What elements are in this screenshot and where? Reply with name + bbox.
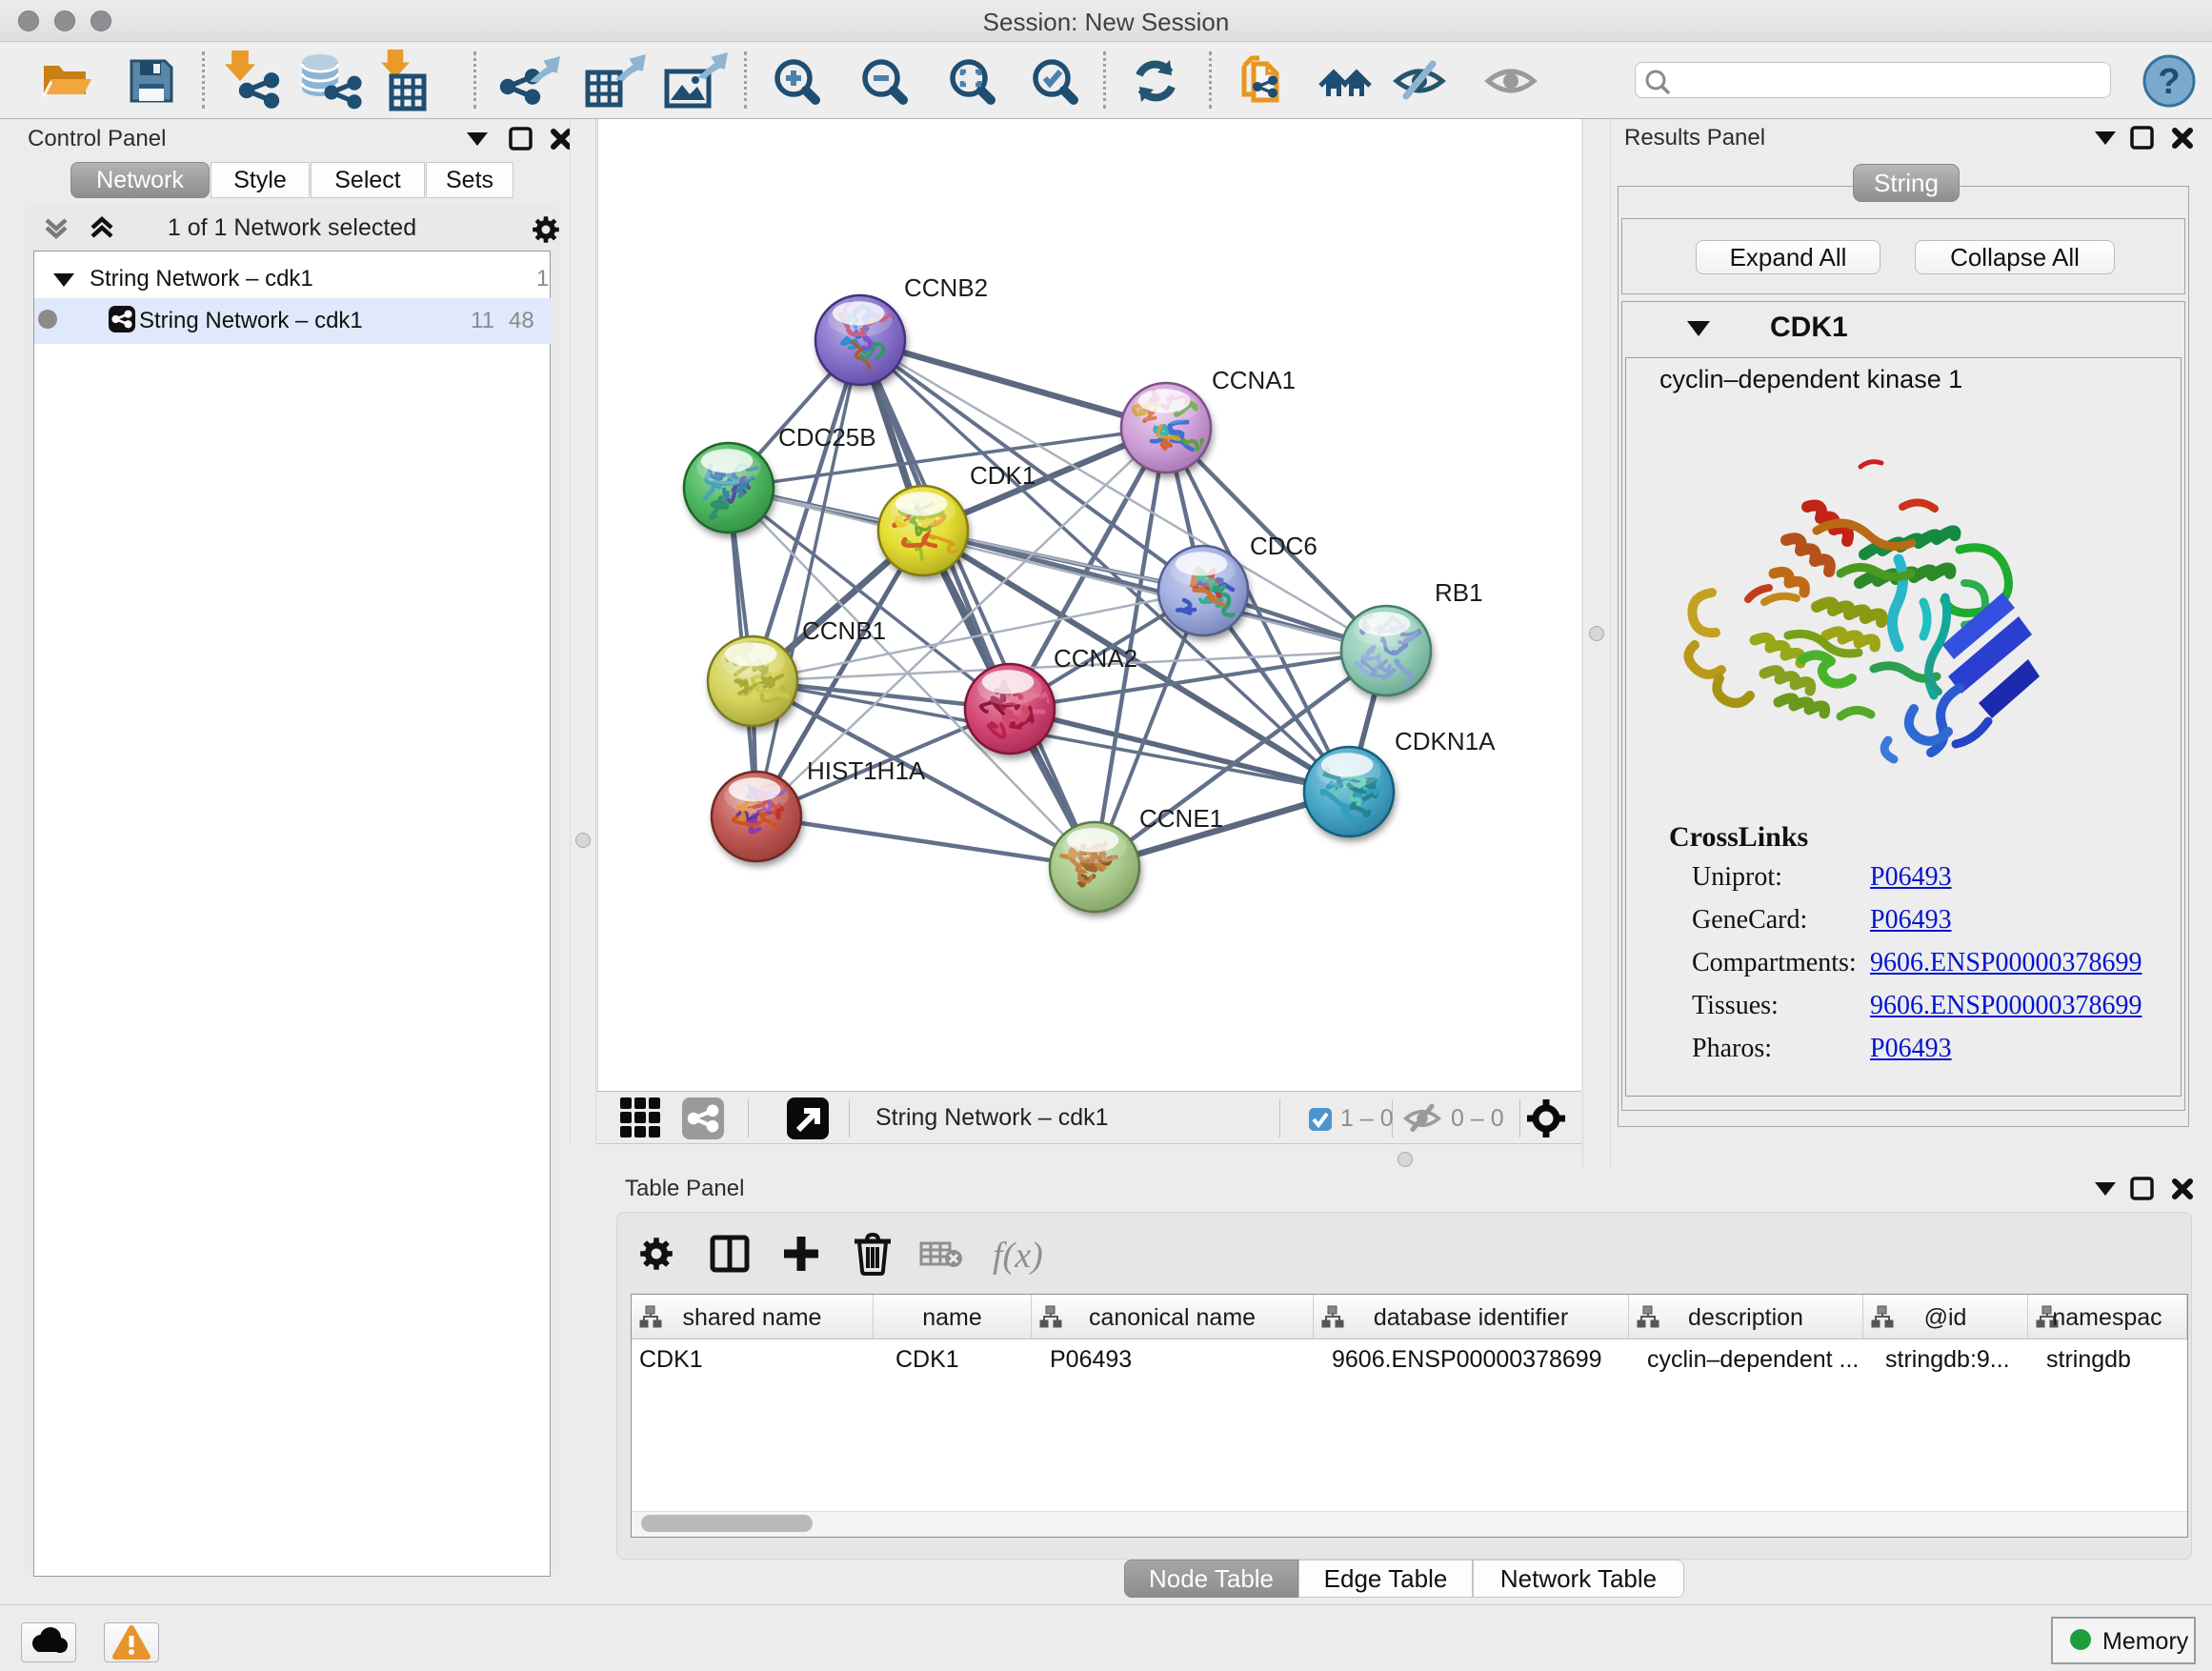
svg-text:f(x): f(x) [993,1236,1043,1276]
svg-text:RB1: RB1 [1435,578,1483,607]
svg-text:CCNE1: CCNE1 [1139,804,1223,833]
svg-text:CCNB2: CCNB2 [904,273,988,302]
svg-text:CCNA2: CCNA2 [1054,644,1137,673]
svg-text:CDK1: CDK1 [970,461,1036,490]
svg-text:CCNB1: CCNB1 [802,616,886,645]
svg-text:CDKN1A: CDKN1A [1395,727,1496,755]
svg-text:CDC6: CDC6 [1250,532,1317,560]
svg-text:CCNA1: CCNA1 [1212,366,1296,394]
svg-text:?: ? [2158,62,2180,102]
svg-text:HIST1H1A: HIST1H1A [807,756,926,785]
svg-text:CDC25B: CDC25B [778,423,876,452]
